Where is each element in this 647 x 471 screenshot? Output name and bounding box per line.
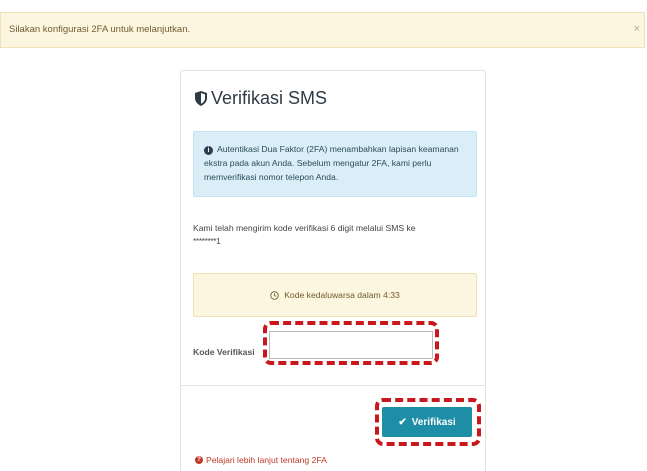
learn-more-link[interactable]: ? Pelajari lebih lanjut tentang 2FA bbox=[195, 455, 327, 465]
question-circle-icon: ? bbox=[195, 456, 203, 464]
info-text: Autentikasi Dua Faktor (2FA) menambahkan… bbox=[204, 144, 459, 182]
info-box: i Autentikasi Dua Faktor (2FA) menambahka… bbox=[193, 131, 477, 197]
shield-icon bbox=[195, 91, 207, 106]
close-icon[interactable]: × bbox=[634, 23, 640, 35]
sms-sent-text: Kami telah mengirim kode verifikasi 6 di… bbox=[193, 223, 416, 233]
alert-message: Silakan konfigurasi 2FA untuk melanjutka… bbox=[9, 24, 191, 35]
verification-code-input[interactable] bbox=[269, 331, 433, 359]
card-title-text: Verifikasi SMS bbox=[211, 88, 328, 108]
expiry-notice: Kode kedaluwarsa dalam 4:33 bbox=[193, 273, 477, 317]
expiry-text: Kode kedaluwarsa dalam 4:33 bbox=[284, 290, 400, 300]
verify-button[interactable]: ✔ Verifikasi bbox=[382, 407, 472, 437]
page-title: Verifikasi SMS bbox=[195, 88, 327, 109]
sms-sent-message: Kami telah mengirim kode verifikasi 6 di… bbox=[193, 221, 463, 249]
check-icon: ✔ bbox=[398, 416, 407, 428]
learn-more-text: Pelajari lebih lanjut tentang 2FA bbox=[206, 455, 327, 465]
alert-banner: Silakan konfigurasi 2FA untuk melanjutka… bbox=[0, 12, 645, 48]
clock-icon bbox=[270, 290, 279, 300]
verification-card: Verifikasi SMS i Autentikasi Dua Faktor (… bbox=[180, 70, 486, 471]
page: Silakan konfigurasi 2FA untuk melanjutka… bbox=[0, 0, 647, 471]
verify-button-label: Verifikasi bbox=[411, 416, 456, 428]
divider bbox=[181, 385, 485, 386]
info-icon: i bbox=[204, 146, 213, 155]
masked-phone-number: ********1 bbox=[193, 237, 221, 246]
code-label: Kode Verifikasi bbox=[193, 347, 255, 357]
